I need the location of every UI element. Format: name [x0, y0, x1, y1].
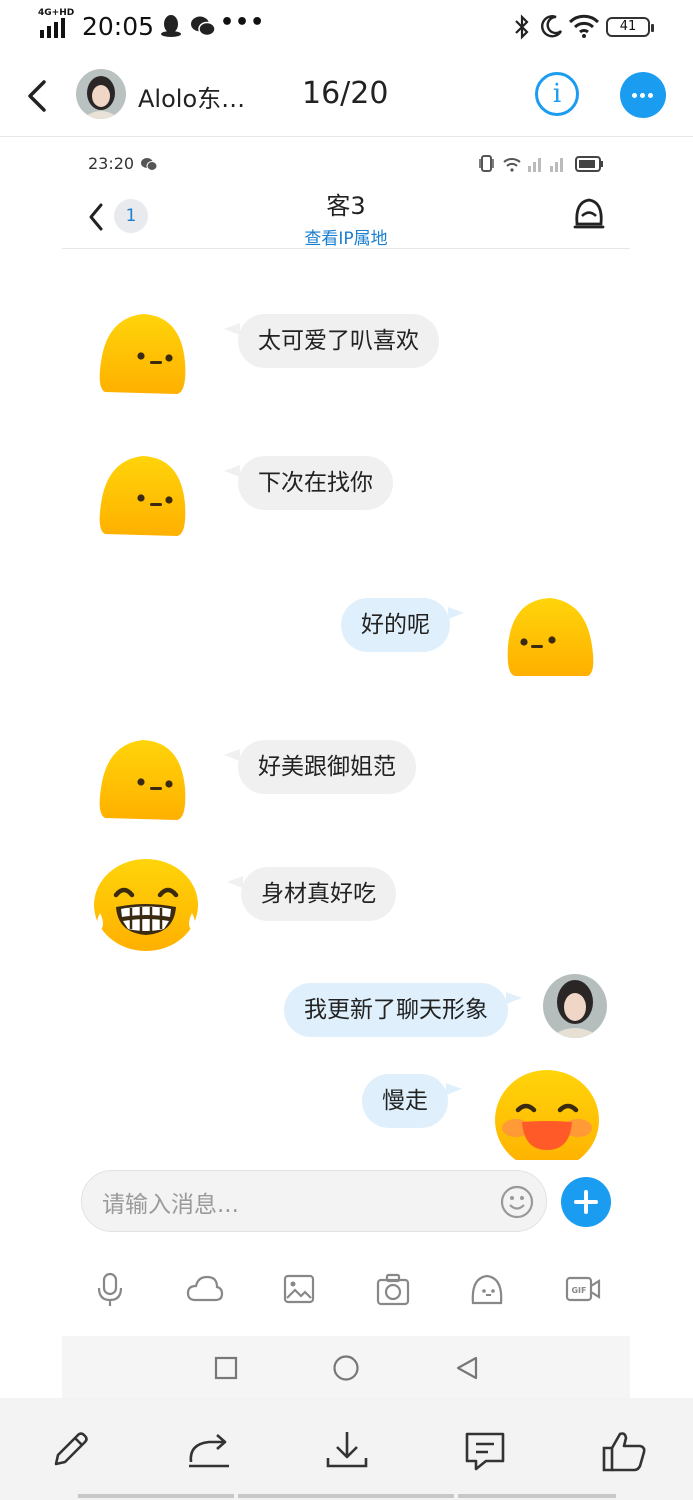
emoji-picker-icon[interactable]	[500, 1185, 534, 1219]
back-icon[interactable]	[22, 78, 52, 114]
message-input[interactable]: 请输入消息...	[81, 1170, 547, 1232]
square-nav-icon[interactable]	[214, 1356, 238, 1380]
like-icon[interactable]	[600, 1428, 648, 1474]
gif-icon[interactable]: GIF	[565, 1272, 601, 1306]
neutral-emoji-avatar[interactable]	[97, 312, 187, 396]
message-bubble[interactable]: 我更新了聊天形象	[284, 983, 508, 1037]
status-bar: 4G+HD 20:05 ••• 41	[0, 0, 693, 54]
circle-nav-icon[interactable]	[332, 1354, 360, 1382]
emoji-icon[interactable]	[470, 1272, 504, 1306]
share-icon[interactable]	[185, 1428, 233, 1472]
wechat-icon	[191, 16, 216, 37]
progress-segment	[458, 1494, 616, 1498]
message-bubble[interactable]: 慢走	[362, 1074, 448, 1128]
page-counter: 16/20	[302, 76, 389, 111]
viewer-header: Alolo东… 16/20 i	[0, 54, 693, 137]
signal-icon	[40, 18, 65, 38]
svg-text:GIF: GIF	[571, 1286, 586, 1295]
wifi-icon	[568, 14, 600, 38]
progress-segment	[78, 1494, 234, 1498]
contact-avatar[interactable]	[76, 69, 126, 119]
inner-wechat-icon	[141, 158, 158, 171]
add-attachment-button[interactable]	[561, 1177, 611, 1227]
photo-avatar[interactable]	[543, 974, 607, 1038]
camera-icon[interactable]	[376, 1272, 410, 1308]
battery-indicator: 41	[606, 17, 654, 37]
more-icon[interactable]	[620, 72, 666, 118]
mic-icon[interactable]	[96, 1272, 124, 1308]
laughing-tears-emoji-avatar[interactable]	[92, 855, 200, 953]
info-icon[interactable]: i	[535, 72, 579, 116]
clock: 20:05	[82, 12, 155, 41]
more-notifications-icon: •••	[220, 10, 266, 35]
message-input-placeholder: 请输入消息...	[102, 1192, 239, 1218]
image-icon[interactable]	[283, 1272, 315, 1306]
neutral-emoji-avatar[interactable]	[506, 596, 596, 680]
view-ip-link[interactable]: 查看IP属地	[62, 224, 630, 249]
qq-icon	[161, 15, 181, 37]
message-bubble[interactable]: 下次在找你	[238, 456, 393, 510]
neutral-emoji-avatar[interactable]	[97, 454, 187, 538]
inner-status-icons	[479, 155, 603, 172]
triangle-nav-icon[interactable]	[455, 1355, 479, 1381]
system-nav-bar	[62, 1336, 630, 1398]
bluetooth-icon	[515, 14, 529, 40]
comment-icon[interactable]	[462, 1428, 508, 1474]
viewer-action-bar	[0, 1398, 693, 1500]
blushing-smile-emoji-avatar[interactable]	[494, 1068, 600, 1160]
message-bubble[interactable]: 身材真好吃	[241, 867, 396, 921]
cloud-icon[interactable]	[186, 1272, 224, 1306]
moon-icon	[541, 15, 563, 38]
message-bubble[interactable]: 好的呢	[341, 598, 450, 652]
message-bubble[interactable]: 好美跟御姐范	[238, 740, 416, 794]
contact-name: Alolo东…	[138, 85, 246, 113]
chat-title: 客3	[326, 192, 366, 220]
progress-segment	[238, 1494, 454, 1498]
message-bubble[interactable]: 太可爱了叭喜欢	[238, 314, 439, 368]
chat-header: 1 客3 查看IP属地	[62, 180, 630, 249]
download-icon[interactable]	[324, 1428, 370, 1472]
edit-icon[interactable]	[48, 1428, 92, 1472]
inner-clock: 23:20	[88, 154, 135, 173]
neutral-emoji-avatar[interactable]	[97, 738, 187, 822]
robot-avatar-icon[interactable]	[572, 196, 606, 232]
